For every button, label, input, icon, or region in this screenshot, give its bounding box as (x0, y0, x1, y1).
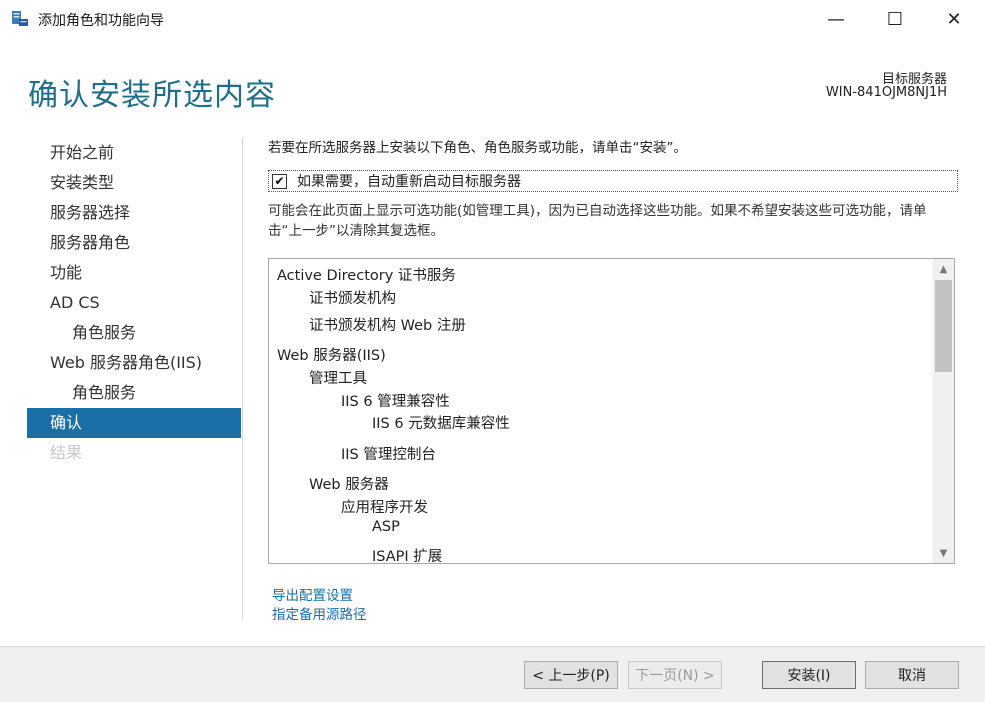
nav-item-confirmation[interactable]: 确认 (27, 408, 241, 438)
destination-server-name: WIN-841OJM8NJ1H (825, 85, 947, 100)
nav-item-features[interactable]: 功能 (27, 258, 241, 288)
install-button[interactable]: 安装(I) (762, 661, 856, 689)
close-icon[interactable]: ✕ (931, 0, 977, 38)
minimize-icon[interactable]: — (813, 0, 859, 38)
wizard-header: 确认安装所选内容 目标服务器 WIN-841OJM8NJ1H (0, 38, 985, 130)
list-scrollbar[interactable]: ▲ ▼ (933, 259, 954, 563)
scroll-thumb[interactable] (935, 280, 952, 372)
previous-button[interactable]: < 上一步(P) (524, 661, 618, 689)
list-item: IIS 6 元数据库兼容性 (372, 416, 510, 432)
auto-restart-label[interactable]: 如果需要，自动重新启动目标服务器 (297, 171, 521, 191)
list-item: Web 服务器(IIS) (277, 348, 386, 364)
list-item: IIS 管理控制台 (341, 447, 436, 463)
window-title: 添加角色和功能向导 (38, 13, 164, 29)
server-manager-icon (12, 11, 28, 26)
list-item: 证书颁发机构 (309, 291, 396, 307)
nav-item-server-selection[interactable]: 服务器选择 (27, 198, 241, 228)
list-item: 应用程序开发 (341, 500, 428, 516)
list-item: 管理工具 (309, 371, 367, 387)
nav-item-web-server-role[interactable]: Web 服务器角色(IIS) (27, 348, 241, 378)
wizard-nav: 开始之前 安装类型 服务器选择 服务器角色 功能 AD CS 角色服务 Web … (27, 138, 241, 468)
auto-restart-checkbox[interactable]: ✔ (272, 173, 287, 189)
list-item: Web 服务器 (309, 477, 389, 493)
list-item: ASP (372, 519, 400, 535)
page-title: 确认安装所选内容 (28, 78, 276, 113)
nav-item-results: 结果 (50, 443, 83, 462)
wizard-footer: < 上一步(P) 下一页(N) > 安装(I) 取消 (0, 646, 985, 702)
export-config-link[interactable]: 导出配置设置 (272, 584, 353, 604)
nav-divider (242, 138, 243, 620)
title-bar: 添加角色和功能向导 — ☐ ✕ (0, 0, 985, 38)
list-item: Active Directory 证书服务 (277, 268, 456, 284)
scroll-down-icon[interactable]: ▼ (933, 543, 954, 563)
nav-item-adcs-role-services[interactable]: 角色服务 (27, 318, 241, 348)
selected-items-list[interactable]: Active Directory 证书服务 证书颁发机构 证书颁发机构 Web … (268, 258, 955, 564)
intro-text: 若要在所选服务器上安装以下角色、角色服务或功能，请单击“安装”。 (268, 140, 687, 156)
nav-item-installation-type[interactable]: 安装类型 (27, 168, 241, 198)
list-item: 证书颁发机构 Web 注册 (309, 318, 466, 334)
cancel-button[interactable]: 取消 (865, 661, 959, 689)
checkmark-icon: ✔ (274, 174, 285, 188)
nav-item-server-roles[interactable]: 服务器角色 (27, 228, 241, 258)
alternate-source-link[interactable]: 指定备用源路径 (272, 603, 367, 623)
scroll-up-icon[interactable]: ▲ (933, 259, 954, 279)
list-item: ISAPI 扩展 (372, 549, 443, 563)
list-item: IIS 6 管理兼容性 (341, 394, 450, 410)
maximize-icon[interactable]: ☐ (872, 0, 918, 38)
nav-item-iis-role-services[interactable]: 角色服务 (27, 378, 241, 408)
auto-restart-option[interactable]: ✔ 如果需要，自动重新启动目标服务器 (268, 170, 958, 192)
next-button: 下一页(N) > (628, 661, 722, 689)
optional-features-note: 可能会在此页面上显示可选功能(如管理工具)，因为已自动选择这些功能。如果不希望安… (268, 203, 927, 239)
nav-item-before-you-begin[interactable]: 开始之前 (27, 138, 241, 168)
selected-items-viewport: Active Directory 证书服务 证书颁发机构 证书颁发机构 Web … (269, 259, 933, 563)
nav-item-ad-cs[interactable]: AD CS (27, 288, 241, 318)
